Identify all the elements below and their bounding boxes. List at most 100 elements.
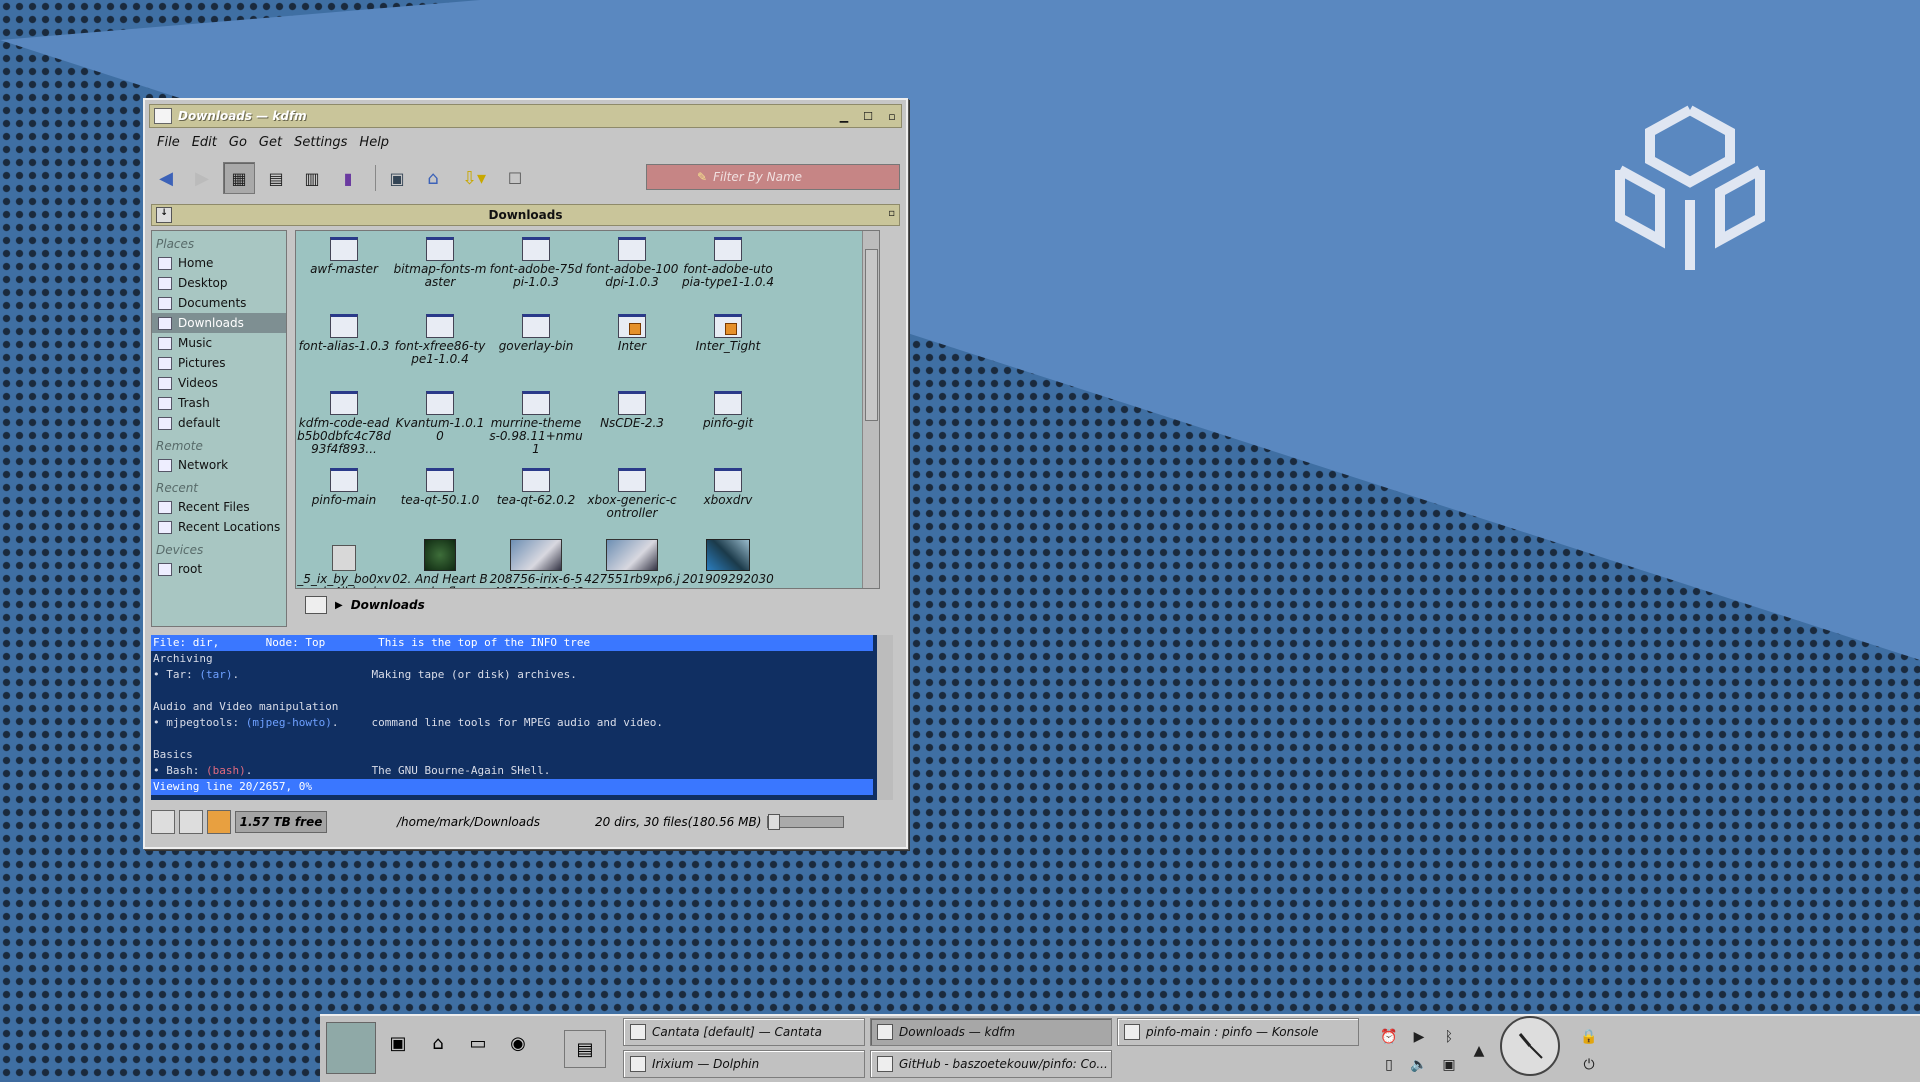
terminal-scrollbar[interactable] <box>877 635 893 800</box>
menu-help[interactable]: Help <box>353 135 395 155</box>
file-view-scrollbar[interactable] <box>862 231 879 588</box>
breadcrumb-arrow-icon[interactable]: ▶ <box>335 600 343 611</box>
file-item[interactable]: goverlay-bin <box>488 308 584 385</box>
taskbar-task[interactable]: Irixium — Dolphin <box>623 1050 865 1078</box>
sidebar-item-documents[interactable]: Documents <box>152 293 286 313</box>
file-item[interactable]: Inter_Tight <box>680 308 776 385</box>
file-item[interactable]: 427551rb9xp6.jpg <box>584 539 680 588</box>
lock-screen-icon[interactable]: 🔒 <box>1578 1026 1600 1048</box>
taskbar-task[interactable]: Downloads — kdfm <box>870 1018 1112 1046</box>
sort-icon[interactable]: ⇩▾ <box>454 163 494 193</box>
file-item[interactable]: kdfm-code-eadb5b0dbfc4c78d93f4f893... <box>296 385 392 462</box>
file-item[interactable]: tea-qt-50.1.0 <box>392 462 488 539</box>
terminal-icon[interactable]: ▣ <box>382 163 412 193</box>
zoom-slider[interactable] <box>767 814 845 830</box>
app-menu-icon[interactable]: ▤ <box>564 1030 606 1068</box>
info-link[interactable]: (tar) <box>199 668 232 681</box>
file-item[interactable]: Inter <box>584 308 680 385</box>
menu-settings[interactable]: Settings <box>288 135 353 155</box>
file-view[interactable]: awf-master bitmap-fonts-master font-adobe-… <box>295 230 880 589</box>
file-item[interactable]: murrine-themes-0.98.11+nmu1 <box>488 385 584 462</box>
menu-get[interactable]: Get <box>253 135 288 155</box>
terminal-launcher-icon[interactable]: ▣ <box>384 1030 412 1056</box>
info-link[interactable]: (mjpeg-howto) <box>246 716 332 729</box>
location-close-icon[interactable]: ▫ <box>888 208 895 219</box>
workspace-switcher[interactable] <box>326 1022 376 1074</box>
file-item[interactable]: pinfo-main <box>296 462 392 539</box>
terminal-toggle-icon[interactable] <box>179 810 203 834</box>
media-icon[interactable]: ▶ <box>1408 1026 1430 1048</box>
file-item[interactable]: font-adobe-utopia-type1-1.0.4 <box>680 231 776 308</box>
file-item[interactable]: font-adobe-75dpi-1.0.3 <box>488 231 584 308</box>
computer-launcher-icon[interactable]: ▭ <box>464 1030 492 1056</box>
file-item[interactable]: 02. And Heart Breaks.flac <box>392 539 488 588</box>
menu-edit[interactable]: Edit <box>186 135 223 155</box>
sidebar-item-root[interactable]: root <box>152 559 286 579</box>
sidebar-item-music[interactable]: Music <box>152 333 286 353</box>
file-item[interactable]: tea-qt-62.0.2 <box>488 462 584 539</box>
file-item[interactable]: NsCDE-2.3 <box>584 385 680 462</box>
analog-clock[interactable] <box>1500 1016 1560 1076</box>
file-item[interactable]: xbox-generic-controller <box>584 462 680 539</box>
filter-input[interactable]: ✎ Filter By Name <box>646 164 900 190</box>
detail-view-icon[interactable]: ▤ <box>261 163 291 193</box>
back-icon[interactable]: ◀ <box>151 163 181 193</box>
preview-icon[interactable]: ▮ <box>333 163 363 193</box>
file-item[interactable]: font-xfree86-type1-1.0.4 <box>392 308 488 385</box>
network-icon[interactable]: ▣ <box>1438 1054 1460 1076</box>
battery-icon[interactable]: ▯ <box>1378 1054 1400 1076</box>
info-terminal[interactable]: File: dir, Node: Top This is the top of … <box>151 635 893 800</box>
window-icon[interactable] <box>154 108 172 124</box>
paint-launcher-icon[interactable]: ◉ <box>504 1030 532 1056</box>
power-icon[interactable]: ⏻ <box>1578 1054 1600 1076</box>
column-view-icon[interactable]: ▥ <box>297 163 327 193</box>
icon-view-icon[interactable]: ▦ <box>223 162 255 194</box>
taskbar-task[interactable]: Cantata [default] — Cantata <box>623 1018 865 1046</box>
sidebar-item-default[interactable]: default <box>152 413 286 433</box>
file-item[interactable]: font-adobe-100dpi-1.0.3 <box>584 231 680 308</box>
volume-icon[interactable]: 🔈 <box>1408 1054 1430 1076</box>
new-tab-icon[interactable]: ☐ <box>500 163 530 193</box>
file-item[interactable]: pinfo-git <box>680 385 776 462</box>
minimize-button[interactable]: ▁ <box>835 107 853 125</box>
show-hidden-icon[interactable]: ▲ <box>1468 1040 1490 1062</box>
maximize-button[interactable]: ☐ <box>859 107 877 125</box>
file-item[interactable]: Kvantum-1.0.10 <box>392 385 488 462</box>
forward-icon[interactable]: ▶ <box>187 163 217 193</box>
file-item[interactable]: 208756-irix-6-5-48754671934289305... <box>488 539 584 588</box>
sidebar-item-trash[interactable]: Trash <box>152 393 286 413</box>
sidebar-item-network[interactable]: Network <box>152 455 286 475</box>
panel-toggle-icon[interactable] <box>151 810 175 834</box>
window-titlebar[interactable]: Downloads — kdfm ▁ ☐ ▫ <box>149 104 902 128</box>
sidebar-item-home[interactable]: Home <box>152 253 286 273</box>
breadcrumb-folder-icon[interactable] <box>305 596 327 614</box>
alarm-icon[interactable]: ⏰ <box>1378 1026 1400 1048</box>
sidebar-item-videos[interactable]: Videos <box>152 373 286 393</box>
location-icon[interactable]: ↓ <box>156 207 172 223</box>
menu-go[interactable]: Go <box>223 135 253 155</box>
file-item[interactable]: _5_ix_by_bo0xvn_de4jbkr.zip <box>296 539 392 588</box>
file-item[interactable]: font-alias-1.0.3 <box>296 308 392 385</box>
home-icon[interactable]: ⌂ <box>418 163 448 193</box>
file-item[interactable]: xboxdrv <box>680 462 776 539</box>
sidebar-item-downloads[interactable]: Downloads <box>152 313 286 333</box>
file-item[interactable]: bitmap-fonts-master <box>392 231 488 308</box>
file-manager-launcher-icon[interactable]: ⌂ <box>424 1030 452 1056</box>
close-button[interactable]: ▫ <box>883 107 901 125</box>
breadcrumb-item[interactable]: Downloads <box>351 598 425 612</box>
sidebar-item-pictures[interactable]: Pictures <box>152 353 286 373</box>
menu-file[interactable]: File <box>151 135 186 155</box>
taskbar-task[interactable]: GitHub - baszoetekouw/pinfo: Co... <box>870 1050 1112 1078</box>
bluetooth-icon[interactable]: ᛒ <box>1438 1026 1460 1048</box>
sidebar-item-recent-files[interactable]: Recent Files <box>152 497 286 517</box>
places-group-remote: Remote <box>156 439 203 453</box>
info-link[interactable]: (bash) <box>206 764 246 777</box>
sidebar-item-desktop[interactable]: Desktop <box>152 273 286 293</box>
taskbar-task[interactable]: pinfo-main : pinfo — Konsole <box>1117 1018 1359 1046</box>
status-summary: 20 dirs, 30 files(180.56 MB) <box>594 815 762 829</box>
lock-toggle-icon[interactable] <box>207 810 231 834</box>
file-item[interactable]: 201909292030 <box>680 539 776 588</box>
file-item[interactable]: awf-master <box>296 231 392 308</box>
sidebar-item-recent-locations[interactable]: Recent Locations <box>152 517 286 537</box>
places-group-places: Places <box>156 237 195 251</box>
